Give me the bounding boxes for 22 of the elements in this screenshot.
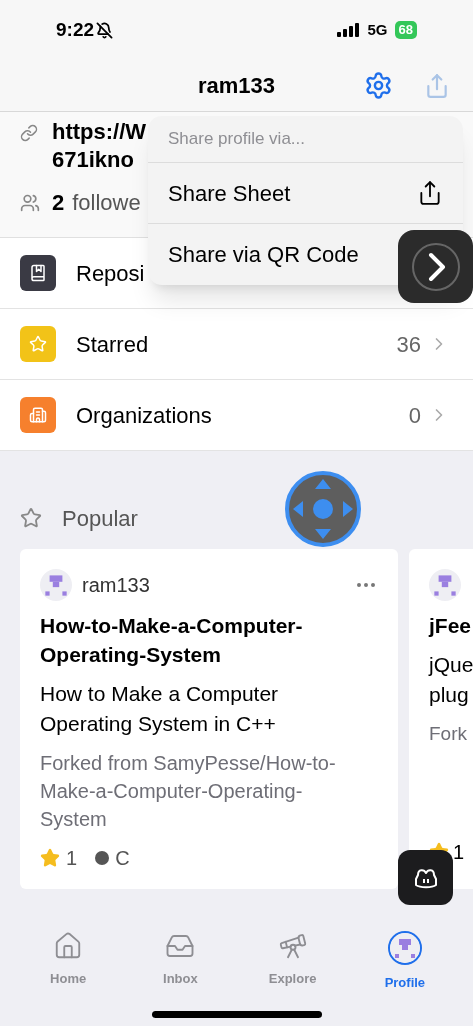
repo-name: jFee (429, 613, 473, 639)
row-label: Starred (76, 330, 149, 359)
nav-title: ram133 (197, 72, 276, 100)
star-count: 1 (453, 840, 465, 865)
fork-note: Forked from SamyPesse/How-to-Make-a-Computer-Operating-System (40, 751, 337, 832)
repo-description: How to Make a Computer Operating System in C++ (40, 681, 280, 737)
menu-header: Share profile via... (148, 116, 463, 163)
row-label: Reposi (76, 259, 145, 288)
row-label: Organizations (76, 401, 212, 430)
status-time: 9:22 (56, 17, 95, 42)
followers-count: 2 (52, 189, 65, 217)
battery-indicator: 68 (394, 21, 417, 39)
repo-name: How-to-Make-a-Computer-Operating-System (40, 613, 304, 668)
star-count: 1 (66, 846, 78, 871)
row-count: 0 (408, 401, 421, 430)
repo-description: jQue plug (429, 652, 473, 708)
fork-note: Fork (429, 722, 468, 746)
language-name: C (115, 846, 130, 871)
section-title: Popular (62, 504, 138, 533)
owner-name: ram133 (82, 573, 150, 598)
network-label: 5G (367, 19, 388, 40)
row-count: 36 (396, 330, 421, 359)
